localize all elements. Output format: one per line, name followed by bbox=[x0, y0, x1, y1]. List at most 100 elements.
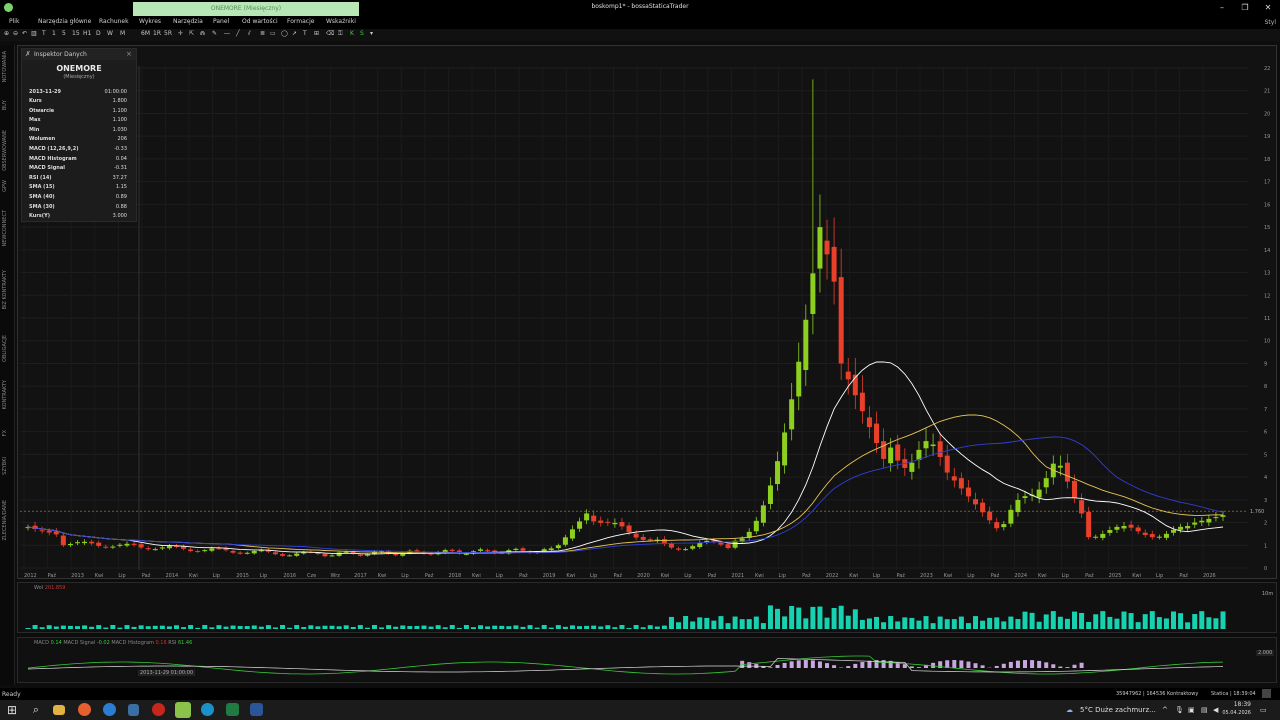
candle-body bbox=[874, 423, 880, 443]
tab-gpw[interactable]: GPW bbox=[2, 180, 8, 192]
tab-buy[interactable]: BUY bbox=[2, 100, 8, 110]
sell-icon[interactable]: S bbox=[360, 30, 364, 37]
chart-type-icon[interactable]: ▥ bbox=[31, 30, 37, 37]
zoom-out-icon[interactable]: ⊖ bbox=[13, 30, 18, 37]
firefox-icon[interactable] bbox=[78, 703, 91, 716]
channel-icon[interactable]: ⫽ bbox=[248, 30, 251, 38]
tab-zlecenia[interactable]: ZLECENIA/DANE bbox=[2, 500, 8, 540]
candle-body bbox=[216, 548, 222, 550]
buy-icon[interactable]: K bbox=[350, 30, 354, 37]
indicator-panel[interactable]: MACD 0.14 MACD Signal -0.02 MACD Histogr… bbox=[17, 637, 1277, 683]
menu-indicators[interactable]: Wskaźniki bbox=[326, 18, 356, 25]
candle-body bbox=[909, 462, 915, 472]
volume-bar bbox=[562, 626, 568, 629]
notifications-icon[interactable]: ▭ bbox=[1260, 706, 1267, 714]
arrow-icon[interactable]: ➚ bbox=[292, 30, 297, 37]
bossa-active-icon[interactable] bbox=[175, 702, 191, 718]
eraser-icon[interactable]: ⌫ bbox=[326, 30, 334, 37]
interval-h1[interactable]: H1 bbox=[83, 30, 91, 37]
tab-obligacje[interactable]: OBLIGACJE bbox=[2, 335, 8, 362]
notification-icon[interactable] bbox=[1262, 689, 1271, 698]
lock-icon[interactable]: ⚿ bbox=[338, 30, 343, 38]
volume-icon[interactable]: ◀ bbox=[1213, 706, 1218, 714]
tray-icon-2[interactable]: ▣ bbox=[1188, 706, 1195, 714]
app-red-icon[interactable] bbox=[152, 703, 165, 716]
weather-icon[interactable]: ☁ bbox=[1066, 706, 1073, 714]
status-session: Statica | 18:39:04 bbox=[1211, 691, 1256, 697]
minimize-icon[interactable]: – bbox=[1215, 2, 1229, 14]
browser-icon[interactable] bbox=[103, 703, 116, 716]
interval-d[interactable]: D bbox=[96, 30, 101, 37]
menu-panel[interactable]: Panel bbox=[213, 18, 229, 25]
horizontal-line-icon[interactable]: ― bbox=[224, 30, 230, 37]
interval-t[interactable]: T bbox=[42, 30, 46, 37]
calculator-icon[interactable] bbox=[128, 704, 139, 716]
tab-kontrakty[interactable]: KONTRAKTY bbox=[2, 380, 8, 409]
volume-panel[interactable]: Wol 201.859 10m bbox=[17, 582, 1277, 633]
interval-5[interactable]: 5 bbox=[62, 30, 66, 37]
style-menu[interactable]: Styl bbox=[1265, 19, 1276, 26]
price-chart[interactable]: 2221201918171615141312111098765432102012… bbox=[18, 46, 1276, 578]
interval-1r[interactable]: 1R bbox=[153, 30, 161, 37]
menu-account[interactable]: Rachunek bbox=[99, 18, 129, 25]
price-chart-panel[interactable]: 22 21 20 19 18 17 16 15 14 13 12 11 10 9 8 7 6 5 4 3 2 1 0 2012… bbox=[17, 45, 1277, 579]
close-icon[interactable]: × bbox=[126, 50, 132, 58]
undo-icon[interactable]: ↶ bbox=[22, 30, 27, 37]
tab-fx[interactable]: FX bbox=[2, 430, 8, 436]
tab-szybki[interactable]: SZYBKI bbox=[2, 457, 8, 475]
y-tick-label: 20 bbox=[1264, 111, 1270, 117]
close-icon[interactable]: ✕ bbox=[1261, 2, 1275, 14]
word-icon[interactable] bbox=[250, 703, 263, 716]
text-tool-icon[interactable]: T bbox=[303, 30, 307, 37]
tab-biz-kontrakty[interactable]: BIZ KONTRAKTY bbox=[2, 270, 8, 309]
search-icon[interactable]: ⌕ bbox=[28, 702, 44, 718]
interval-w[interactable]: W bbox=[107, 30, 113, 37]
weather-text[interactable]: 5°C Duże zachmurz... bbox=[1080, 706, 1156, 714]
interval-15[interactable]: 15 bbox=[72, 30, 80, 37]
fibonacci-icon[interactable]: ≣ bbox=[260, 30, 265, 37]
tab-newconnect[interactable]: NEWCONNECT bbox=[2, 210, 8, 246]
clock-time[interactable]: 18:39 bbox=[1225, 701, 1251, 708]
y-tick-label: 5 bbox=[1264, 452, 1267, 458]
trendline-icon[interactable]: ╱ bbox=[236, 30, 240, 37]
pencil-icon[interactable]: ✎ bbox=[212, 30, 217, 37]
inspector-row-label: SMA (40) bbox=[29, 194, 55, 200]
crosshair-icon[interactable]: ✛ bbox=[178, 30, 183, 37]
rectangle-icon[interactable]: ▭ bbox=[270, 30, 276, 37]
candle-body bbox=[1064, 462, 1070, 482]
y-tick-label: 14 bbox=[1264, 248, 1270, 254]
menu-from-value[interactable]: Od wartości bbox=[242, 18, 278, 25]
excel-icon[interactable] bbox=[226, 703, 239, 716]
menu-chart[interactable]: Wykres bbox=[139, 18, 161, 25]
volume-bar bbox=[428, 626, 434, 629]
mic-icon[interactable]: 🎙 bbox=[1175, 706, 1184, 714]
zoom-in-icon[interactable]: ⊕ bbox=[4, 30, 9, 37]
edge-icon[interactable] bbox=[201, 703, 214, 716]
menu-file[interactable]: Plik bbox=[9, 18, 19, 25]
magnet-icon[interactable]: ⋒ bbox=[200, 30, 205, 37]
candle-body bbox=[888, 447, 894, 464]
interval-m[interactable]: M bbox=[120, 30, 125, 37]
file-explorer-icon[interactable] bbox=[53, 705, 65, 715]
tab-obserwowane[interactable]: OBSERWOWANE bbox=[2, 130, 8, 171]
more-icon[interactable]: ▾ bbox=[370, 30, 373, 37]
network-icon[interactable]: ▤ bbox=[1201, 706, 1208, 714]
maximize-icon[interactable]: ❐ bbox=[1238, 2, 1252, 14]
tray-chevron-icon[interactable]: ^ bbox=[1162, 706, 1168, 714]
interval-1[interactable]: 1 bbox=[52, 30, 56, 37]
menu-patterns[interactable]: Formacje bbox=[287, 18, 314, 25]
windows-start-icon[interactable]: ⊞ bbox=[4, 702, 20, 718]
menu-tools[interactable]: Narzędzia bbox=[173, 18, 203, 25]
clock-date[interactable]: 05.04.2026 bbox=[1219, 710, 1251, 716]
volume-bar bbox=[782, 616, 788, 629]
menu-main-tools[interactable]: Narzędzia główne bbox=[38, 18, 91, 25]
ellipse-icon[interactable]: ◯ bbox=[281, 30, 288, 37]
interval-6m[interactable]: 6M bbox=[141, 30, 150, 37]
interval-5r[interactable]: 5R bbox=[164, 30, 172, 37]
macd-histogram-bar bbox=[796, 660, 801, 668]
candle-body bbox=[930, 444, 936, 447]
tab-notowania[interactable]: NOTOWANIA bbox=[2, 51, 8, 82]
pin-icon[interactable]: ✗ bbox=[25, 50, 31, 58]
measure-icon[interactable]: ⊞ bbox=[314, 30, 319, 37]
cursor-icon[interactable]: ⇱ bbox=[189, 30, 194, 37]
